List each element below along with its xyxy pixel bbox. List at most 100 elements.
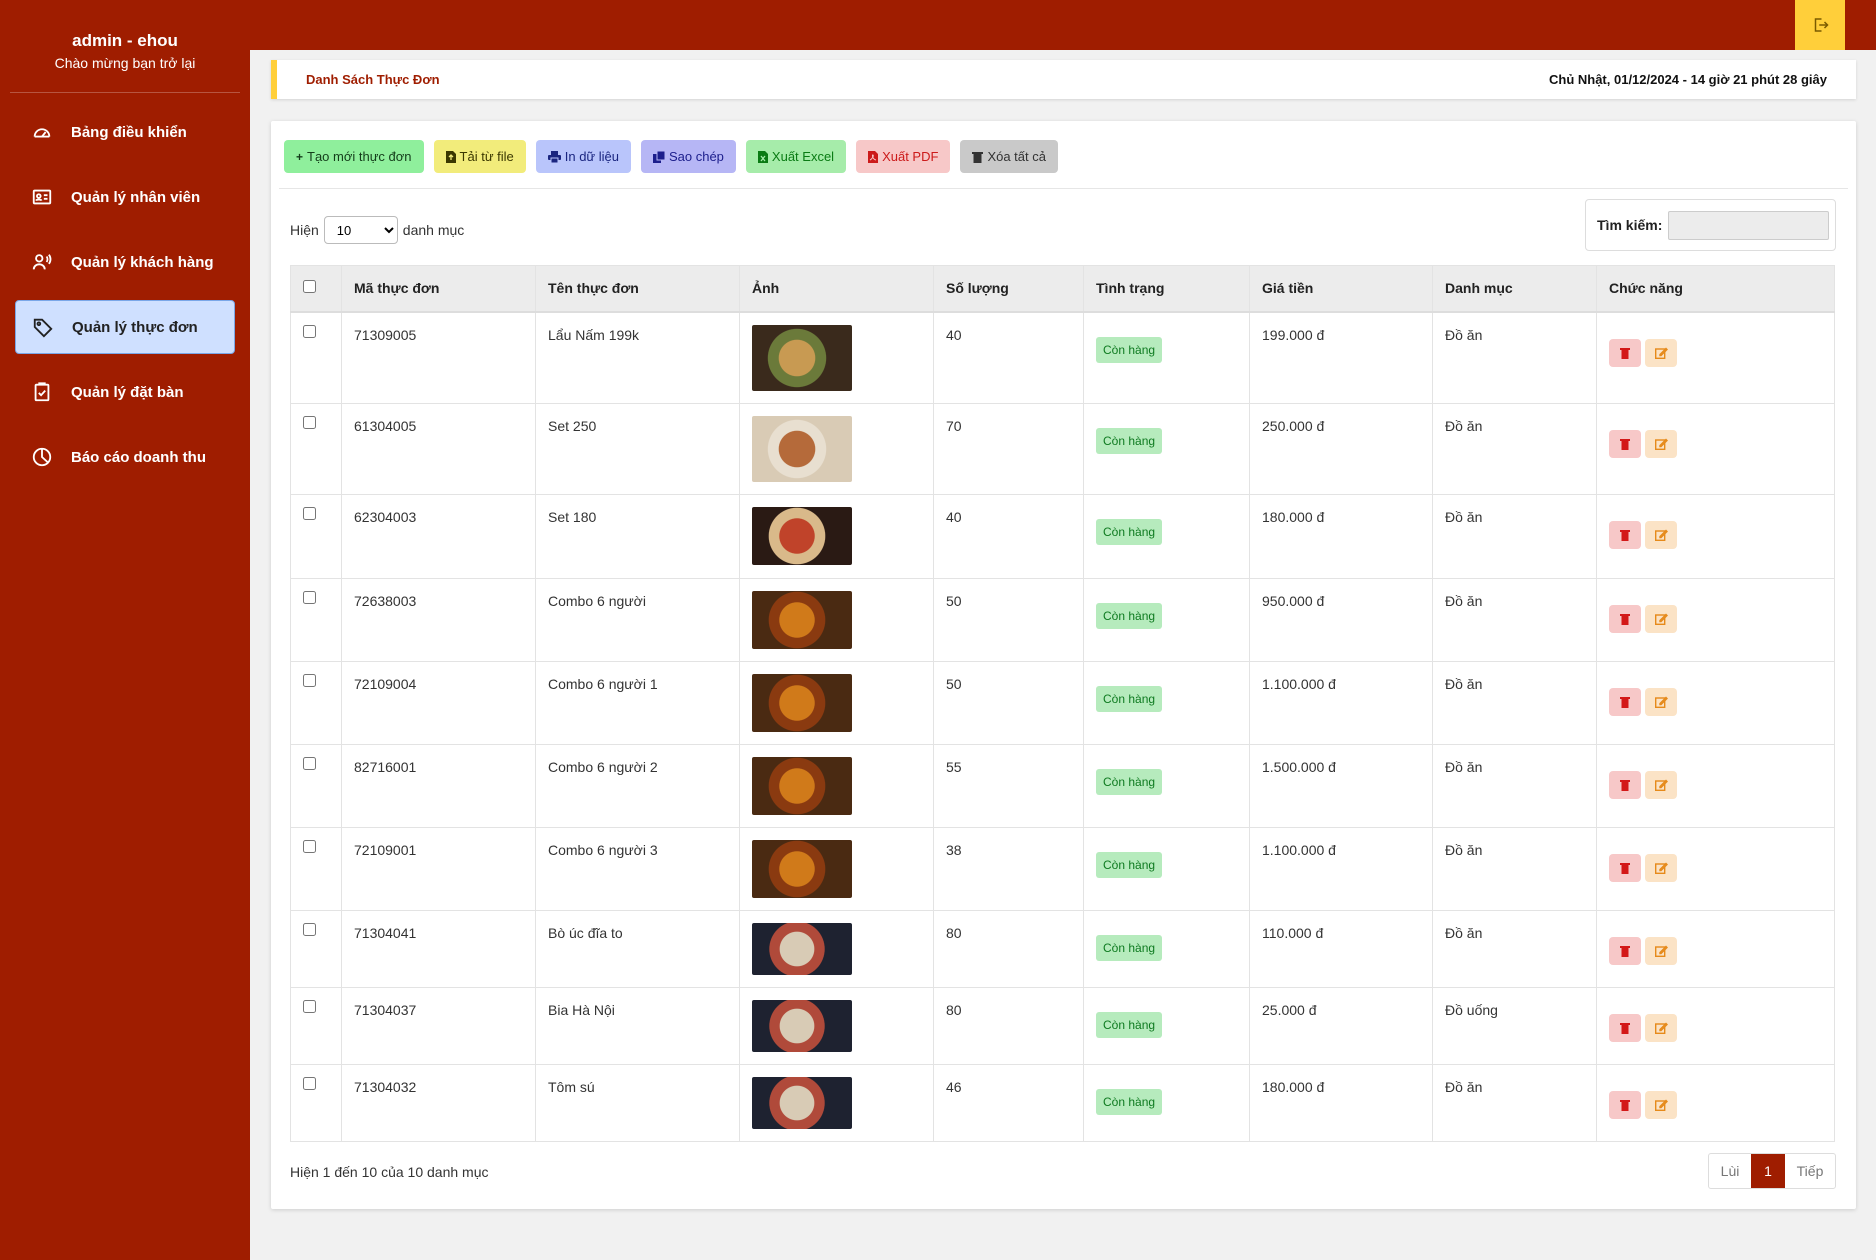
delete-button[interactable] xyxy=(1609,430,1641,458)
column-header[interactable]: Giá tiền xyxy=(1249,265,1433,313)
sidebar-item-customers[interactable]: Quản lý khách hàng xyxy=(15,235,235,289)
edit-button[interactable] xyxy=(1645,338,1677,367)
row-checkbox[interactable] xyxy=(303,674,316,687)
menu-image-cell xyxy=(739,827,934,911)
menu-name: Bia Hà Nội xyxy=(535,987,740,1065)
delete-button[interactable] xyxy=(1609,688,1641,716)
status-badge: Còn hàng xyxy=(1096,852,1163,878)
create-menu-button[interactable]: + Tạo mới thực đơn xyxy=(284,140,424,173)
copy-label: Sao chép xyxy=(668,149,724,164)
menu-code: 82716001 xyxy=(341,744,536,828)
copy-icon xyxy=(652,150,665,163)
sidebar-item-menu[interactable]: Quản lý thực đơn xyxy=(15,300,235,354)
sidebar-item-revenue[interactable]: Báo cáo doanh thu xyxy=(15,430,235,484)
delete-button[interactable] xyxy=(1609,937,1641,965)
row-actions xyxy=(1596,661,1835,745)
column-header[interactable]: Chức năng xyxy=(1596,265,1835,313)
trash-icon xyxy=(1620,347,1630,359)
menu-category: Đồ ăn xyxy=(1432,403,1597,495)
edit-button[interactable] xyxy=(1645,1091,1677,1119)
edit-icon xyxy=(1654,438,1668,450)
table-info: Hiện 1 đến 10 của 10 danh mục xyxy=(290,1164,489,1180)
row-checkbox[interactable] xyxy=(303,1000,316,1013)
edit-button[interactable] xyxy=(1645,937,1677,965)
edit-icon xyxy=(1654,1099,1668,1111)
edit-button[interactable] xyxy=(1645,430,1677,458)
trash-icon xyxy=(1620,1100,1630,1111)
menu-image-cell xyxy=(739,744,934,828)
edit-button[interactable] xyxy=(1645,688,1677,716)
menu-status-cell: Còn hàng xyxy=(1083,661,1250,745)
page-length-select[interactable]: 10 xyxy=(323,216,398,244)
print-button[interactable]: In dữ liệu xyxy=(535,140,631,173)
delete-button[interactable] xyxy=(1609,338,1641,367)
edit-button[interactable] xyxy=(1645,605,1677,633)
sidebar-item-label: Quản lý thực đơn xyxy=(72,318,198,336)
sidebar-item-label: Quản lý đặt bàn xyxy=(71,383,184,401)
id-card-icon xyxy=(32,189,52,205)
menu-category: Đồ ăn xyxy=(1432,1064,1597,1142)
row-checkbox[interactable] xyxy=(303,1077,316,1090)
delete-button[interactable] xyxy=(1609,521,1641,549)
export-pdf-button[interactable]: Xuất PDF xyxy=(856,140,951,173)
row-checkbox[interactable] xyxy=(303,416,316,429)
menu-code: 61304005 xyxy=(341,403,536,495)
search-label: Tìm kiếm: xyxy=(1597,217,1663,233)
row-checkbox[interactable] xyxy=(303,324,316,338)
edit-button[interactable] xyxy=(1645,771,1677,799)
row-checkbox[interactable] xyxy=(303,840,316,853)
pagination-page[interactable]: 1 xyxy=(1751,1154,1785,1188)
column-header[interactable]: Tình trạng xyxy=(1083,265,1250,313)
menu-image xyxy=(752,507,852,565)
menu-price: 199.000 đ xyxy=(1249,311,1433,404)
status-badge: Còn hàng xyxy=(1096,336,1163,363)
upload-file-button[interactable]: Tải từ file xyxy=(433,140,526,173)
delete-button[interactable] xyxy=(1609,1091,1641,1119)
copy-button[interactable]: Sao chép xyxy=(640,140,736,173)
delete-button[interactable] xyxy=(1609,1014,1641,1042)
delete-button[interactable] xyxy=(1609,854,1641,882)
menu-list-card: + Tạo mới thực đơn Tải từ file In dữ liệu… xyxy=(271,121,1856,1209)
column-header[interactable]: Danh mục xyxy=(1432,265,1597,313)
divider xyxy=(279,188,1848,189)
pdf-label: Xuất PDF xyxy=(882,149,939,164)
trash-icon xyxy=(1620,946,1630,957)
row-select-cell xyxy=(290,311,342,404)
select-all-checkbox[interactable] xyxy=(303,280,316,294)
search-input[interactable] xyxy=(1668,210,1830,240)
logout-button[interactable] xyxy=(1795,0,1845,50)
delete-all-button[interactable]: Xóa tất cả xyxy=(960,140,1058,173)
file-upload-icon xyxy=(445,150,456,163)
trash-icon xyxy=(1620,439,1630,450)
row-checkbox[interactable] xyxy=(303,757,316,770)
menu-code: 71309005 xyxy=(341,311,536,404)
edit-button[interactable] xyxy=(1645,854,1677,882)
delete-button[interactable] xyxy=(1609,771,1641,799)
column-header[interactable]: Ảnh xyxy=(739,265,934,313)
row-checkbox[interactable] xyxy=(303,923,316,936)
sidebar-item-staff[interactable]: Quản lý nhân viên xyxy=(15,170,235,224)
row-actions xyxy=(1596,827,1835,911)
delete-button[interactable] xyxy=(1609,605,1641,633)
menu-image xyxy=(752,674,852,732)
length-prefix: Hiện xyxy=(290,222,319,238)
sidebar-item-booking[interactable]: Quản lý đặt bàn xyxy=(15,365,235,419)
user-name: admin - ehou xyxy=(72,31,178,50)
row-select-cell xyxy=(290,578,342,662)
pagination-prev[interactable]: Lùi xyxy=(1709,1154,1751,1188)
menu-quantity: 46 xyxy=(933,1064,1084,1142)
column-header[interactable]: Mã thực đơn xyxy=(341,265,536,313)
edit-button[interactable] xyxy=(1645,521,1677,549)
edit-button[interactable] xyxy=(1645,1014,1677,1042)
menu-price: 180.000 đ xyxy=(1249,494,1433,579)
row-checkbox[interactable] xyxy=(303,507,316,520)
export-excel-button[interactable]: Xuất Excel xyxy=(745,140,847,173)
sidebar-item-dashboard[interactable]: Bảng điều khiển xyxy=(15,105,235,159)
menu-image xyxy=(752,923,852,975)
pagination-next[interactable]: Tiếp xyxy=(1785,1154,1835,1188)
row-checkbox[interactable] xyxy=(303,591,316,604)
plus-icon: + xyxy=(296,149,304,164)
column-header[interactable]: Tên thực đơn xyxy=(535,265,740,313)
column-header[interactable]: Số lượng xyxy=(933,265,1084,313)
menu-code: 72109001 xyxy=(341,827,536,911)
